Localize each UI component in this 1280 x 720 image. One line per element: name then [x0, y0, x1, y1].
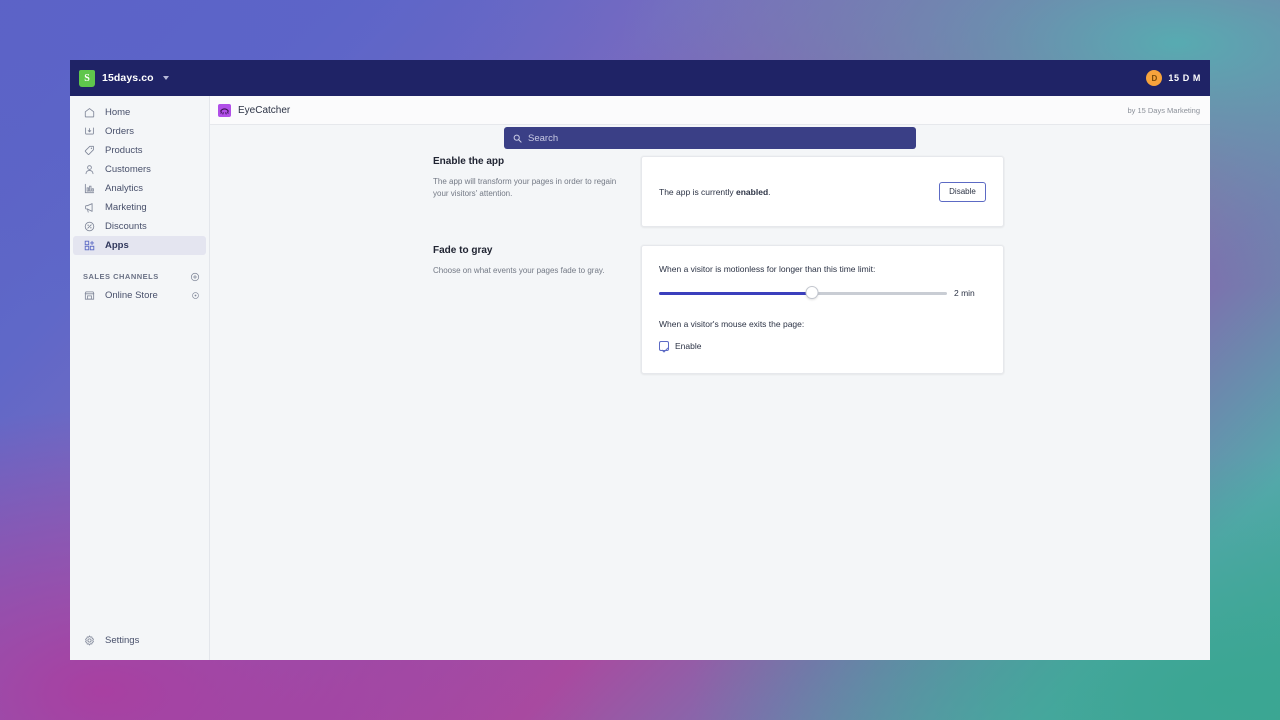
- section-description: Enable the app The app will transform yo…: [433, 156, 641, 227]
- megaphone-icon: [85, 203, 93, 213]
- time-limit-label: When a visitor is motionless for longer …: [659, 264, 876, 274]
- store-name: 15days.co: [102, 72, 154, 84]
- section-title: Fade to gray: [433, 245, 493, 256]
- status-suffix: .: [768, 186, 771, 197]
- mouse-exit-label: When a visitor's mouse exits the page:: [659, 319, 805, 329]
- sidebar-item-apps[interactable]: Apps: [73, 236, 206, 255]
- search-input[interactable]: Search: [504, 127, 916, 149]
- eye-icon[interactable]: [191, 291, 200, 300]
- time-limit-slider[interactable]: [659, 286, 947, 300]
- sales-channels-label: SALES CHANNELS: [83, 272, 159, 281]
- sidebar-item-label: Discounts: [105, 220, 147, 232]
- section-description: Fade to gray Choose on what events your …: [433, 245, 641, 374]
- user-name: 15 D M: [1168, 73, 1201, 83]
- avatar: D: [1146, 70, 1163, 86]
- sidebar-item-label: Marketing: [105, 201, 147, 213]
- sidebar-item-label: Apps: [105, 239, 129, 251]
- app-title: EyeCatcher: [238, 104, 291, 116]
- sidebar-item-analytics[interactable]: Analytics: [73, 179, 206, 198]
- section-subtitle: The app will transform your pages in ord…: [433, 177, 617, 198]
- enable-checkbox[interactable]: [659, 341, 669, 353]
- home-icon: [84, 108, 95, 118]
- time-limit-slider-row: 2 min: [659, 286, 986, 300]
- status-state: enabled: [736, 186, 769, 197]
- slider-track-fill: [659, 292, 812, 295]
- sidebar-nav: Home Orders Products Customers Analytics…: [70, 96, 209, 255]
- user-menu[interactable]: D 15 D M: [1146, 60, 1201, 96]
- sidebar-item-label: Customers: [105, 163, 151, 175]
- sales-channels-heading: SALES CHANNELS: [70, 267, 209, 286]
- checkmark-icon: [661, 347, 669, 353]
- sidebar: Home Orders Products Customers Analytics…: [70, 96, 210, 660]
- content-area: EyeCatcher by 15 Days Marketing Enable t…: [210, 96, 1210, 660]
- gear-icon: [85, 635, 94, 646]
- search-placeholder: Search: [528, 132, 559, 144]
- top-bar: 15days.co Search D 15 D M: [70, 60, 1210, 149]
- fade-to-gray-card: When a visitor is motionless for longer …: [641, 245, 1004, 374]
- shopify-admin-window: 15days.co Search D 15 D M Home: [70, 60, 1210, 660]
- app-status-text: The app is currently enabled.: [659, 187, 939, 197]
- disable-button[interactable]: Disable: [939, 181, 986, 202]
- storefront-icon: [84, 291, 95, 300]
- apps-grid-icon: [84, 240, 95, 251]
- sidebar-item-home[interactable]: Home: [73, 103, 206, 122]
- chevron-down-icon: [162, 76, 169, 80]
- app-author: by 15 Days Marketing: [1127, 105, 1200, 115]
- person-icon: [85, 165, 94, 175]
- sidebar-item-customers[interactable]: Customers: [73, 160, 206, 179]
- app-header: EyeCatcher by 15 Days Marketing: [210, 96, 1210, 125]
- search-icon: [513, 134, 522, 143]
- sidebar-item-online-store[interactable]: Online Store: [73, 286, 206, 305]
- sidebar-item-label: Settings: [105, 634, 140, 646]
- sidebar-item-products[interactable]: Products: [73, 141, 206, 160]
- section-subtitle: Choose on what events your pages fade to…: [433, 266, 605, 275]
- section-title: Enable the app: [433, 156, 505, 167]
- enable-checkbox-row[interactable]: Enable: [659, 341, 986, 353]
- slider-thumb[interactable]: [805, 286, 819, 299]
- sidebar-item-label: Orders: [105, 125, 135, 137]
- status-prefix: The app is currently: [659, 186, 737, 197]
- slider-value: 2 min: [954, 288, 975, 298]
- section-fade-to-gray: Fade to gray Choose on what events your …: [210, 245, 1210, 374]
- enable-checkbox-label: Enable: [675, 341, 702, 351]
- orders-icon: [85, 127, 94, 135]
- discount-icon: [84, 221, 95, 232]
- sidebar-item-discounts[interactable]: Discounts: [73, 217, 206, 236]
- eyecatcher-app-icon: [218, 103, 231, 117]
- sidebar-item-label: Online Store: [105, 290, 158, 301]
- plus-circle-icon[interactable]: [190, 272, 200, 282]
- sidebar-item-settings[interactable]: Settings: [73, 631, 207, 650]
- shopify-bag-icon: [79, 69, 95, 87]
- tag-icon: [84, 145, 94, 155]
- store-switcher[interactable]: 15days.co: [70, 60, 210, 96]
- enable-app-card: The app is currently enabled. Disable: [641, 156, 1004, 227]
- sidebar-item-marketing[interactable]: Marketing: [73, 198, 206, 217]
- sidebar-item-label: Products: [105, 144, 143, 156]
- sidebar-item-label: Home: [105, 106, 131, 118]
- sidebar-item-orders[interactable]: Orders: [73, 122, 206, 141]
- bar-chart-icon: [84, 183, 95, 194]
- app-identity: EyeCatcher: [218, 103, 1127, 117]
- section-enable-the-app: Enable the app The app will transform yo…: [210, 156, 1210, 227]
- sidebar-item-label: Analytics: [105, 182, 144, 194]
- settings-panel: Enable the app The app will transform yo…: [210, 125, 1210, 374]
